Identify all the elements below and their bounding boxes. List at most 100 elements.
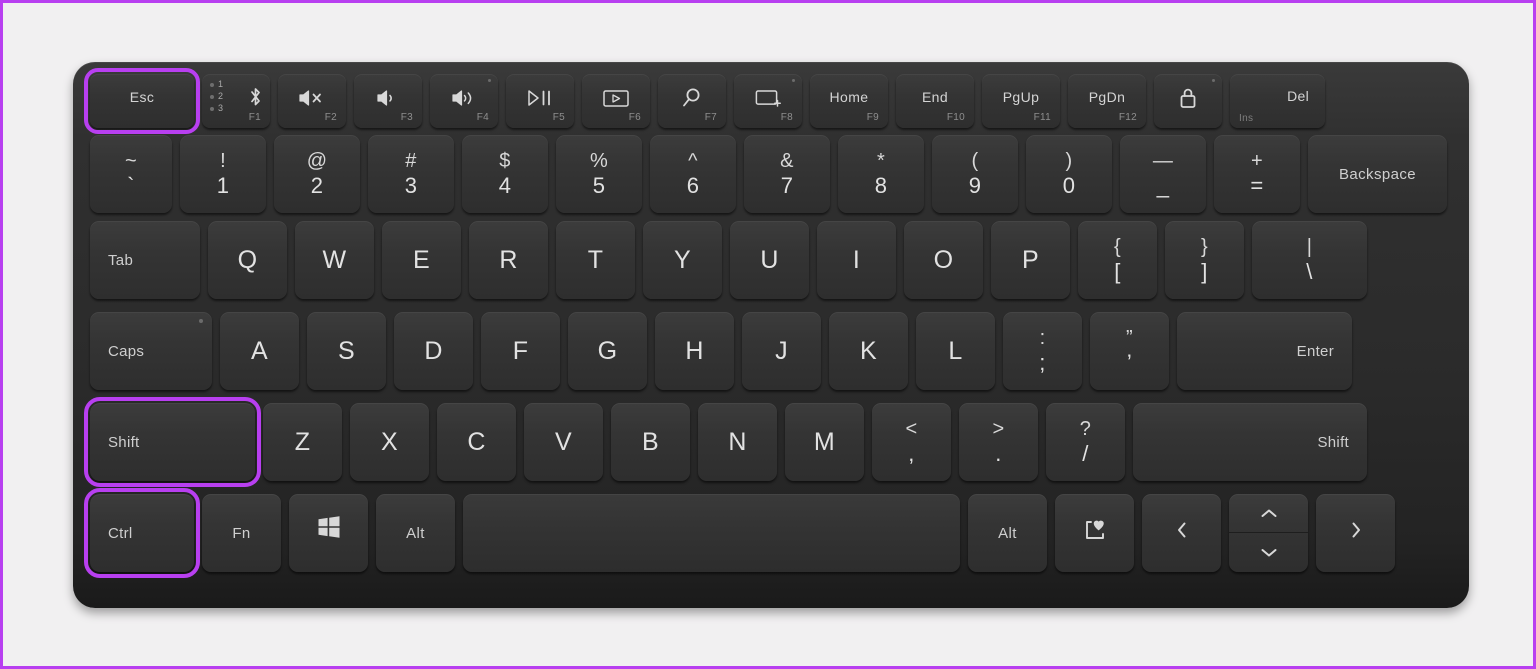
key-page-down[interactable]: PgDn F12 — [1068, 74, 1146, 128]
key-key-h[interactable]: H — [655, 312, 734, 390]
key-space[interactable] — [463, 494, 960, 572]
key-shift-left[interactable]: Shift — [84, 397, 261, 487]
key-tab[interactable]: Tab — [90, 221, 200, 299]
key-digit-8[interactable]: * 8 — [838, 135, 924, 213]
key-key-s[interactable]: S — [307, 312, 386, 390]
key-legend: ”’ — [1126, 327, 1133, 375]
key-backslash[interactable]: | \ — [1252, 221, 1367, 299]
function-number-label: F12 — [1118, 112, 1137, 123]
key-delete[interactable]: Del Ins — [1230, 74, 1325, 128]
key-key-j[interactable]: J — [742, 312, 821, 390]
key-emoji[interactable] — [1055, 494, 1134, 572]
key-quote[interactable]: ”’ — [1090, 312, 1169, 390]
key-key-l[interactable]: L — [916, 312, 995, 390]
key-play-pause[interactable]: F5 — [506, 74, 574, 128]
key-comma[interactable]: <, — [872, 403, 951, 481]
key-key-k[interactable]: K — [829, 312, 908, 390]
key-digit-5[interactable]: % 5 — [556, 135, 642, 213]
key-key-e[interactable]: E — [382, 221, 461, 299]
key-minus[interactable]: — _ — [1120, 135, 1206, 213]
primary-legend: ] — [1201, 259, 1208, 284]
function-number-label: F9 — [866, 112, 879, 123]
key-key-u[interactable]: U — [730, 221, 809, 299]
key-home[interactable]: Home F9 — [810, 74, 888, 128]
key-key-r[interactable]: R — [469, 221, 548, 299]
key-alt-right[interactable]: Alt — [968, 494, 1047, 572]
key-period[interactable]: >. — [959, 403, 1038, 481]
key-key-d[interactable]: D — [394, 312, 473, 390]
key-shift-right[interactable]: Shift — [1133, 403, 1367, 481]
key-key-c[interactable]: C — [437, 403, 516, 481]
key-windows[interactable] — [289, 494, 368, 572]
key-key-m[interactable]: M — [785, 403, 864, 481]
key-key-z[interactable]: Z — [263, 403, 342, 481]
key-key-q[interactable]: Q — [208, 221, 287, 299]
key-bracket-right[interactable]: }] — [1165, 221, 1244, 299]
key-digit-3[interactable]: #3 — [368, 135, 454, 213]
key-digit-4[interactable]: $4 — [462, 135, 548, 213]
key-semicolon[interactable]: :; — [1003, 312, 1082, 390]
key-legend: #3 — [405, 150, 418, 198]
key-key-y[interactable]: Y — [643, 221, 722, 299]
key-enter[interactable]: Enter — [1177, 312, 1352, 390]
key-key-w[interactable]: W — [295, 221, 374, 299]
volume-down-icon — [375, 87, 401, 109]
key-key-t[interactable]: T — [556, 221, 635, 299]
key-bluetooth-pair[interactable]: 1 2 3 F1 — [202, 74, 270, 128]
key-legend: Shift — [108, 433, 140, 451]
key-key-x[interactable]: X — [350, 403, 429, 481]
key-digit-1[interactable]: ! 1 — [180, 135, 266, 213]
shifted-legend: ” — [1126, 327, 1133, 349]
key-esc[interactable]: Esc — [84, 68, 200, 134]
key-digit-6[interactable]: ^ 6 — [650, 135, 736, 213]
key-ctrl-left[interactable]: Ctrl — [84, 488, 200, 578]
key-legend: L — [948, 336, 963, 365]
key-project-screen[interactable]: F8 — [734, 74, 802, 128]
primary-legend: 7 — [780, 173, 794, 198]
key-screen-capture[interactable]: F6 — [582, 74, 650, 128]
arrow-down-half[interactable] — [1229, 533, 1308, 572]
key-digit-7[interactable]: & 7 — [744, 135, 830, 213]
key-backspace[interactable]: Backspace — [1308, 135, 1447, 213]
primary-legend: _ — [1156, 173, 1170, 198]
key-page-up[interactable]: PgUp F11 — [982, 74, 1060, 128]
key-alt-left[interactable]: Alt — [376, 494, 455, 572]
key-legend: End — [921, 89, 949, 105]
key-arrow-left[interactable] — [1142, 494, 1221, 572]
key-key-v[interactable]: V — [524, 403, 603, 481]
project-screen-icon — [753, 87, 783, 109]
function-number-label: F2 — [324, 112, 337, 123]
key-key-n[interactable]: N — [698, 403, 777, 481]
key-key-a[interactable]: A — [220, 312, 299, 390]
key-lock[interactable] — [1154, 74, 1222, 128]
key-key-i[interactable]: I — [817, 221, 896, 299]
key-digit-2[interactable]: @2 — [274, 135, 360, 213]
key-digit-0[interactable]: ) 0 — [1026, 135, 1112, 213]
key-legend: {[ — [1114, 236, 1121, 284]
key-legend: — _ — [1153, 150, 1173, 198]
key-key-p[interactable]: P — [991, 221, 1070, 299]
key-key-f[interactable]: F — [481, 312, 560, 390]
function-number-label: F10 — [946, 112, 965, 123]
insert-label: Ins — [1239, 113, 1254, 124]
arrow-up-half[interactable] — [1229, 494, 1308, 533]
key-fn[interactable]: Fn — [202, 494, 281, 572]
key-volume-down[interactable]: F3 — [354, 74, 422, 128]
key-slash[interactable]: ? / — [1046, 403, 1125, 481]
status-led-indicator — [488, 79, 491, 82]
key-end[interactable]: End F10 — [896, 74, 974, 128]
key-caps-lock[interactable]: Caps — [90, 312, 212, 390]
primary-legend: 4 — [498, 173, 512, 198]
key-backtick[interactable]: ~ ` — [90, 135, 172, 213]
key-key-o[interactable]: O — [904, 221, 983, 299]
key-arrow-up-down[interactable] — [1229, 494, 1308, 572]
key-bracket-left[interactable]: {[ — [1078, 221, 1157, 299]
key-arrow-right[interactable] — [1316, 494, 1395, 572]
key-volume-mute[interactable]: F2 — [278, 74, 346, 128]
key-search[interactable]: F7 — [658, 74, 726, 128]
key-key-b[interactable]: B — [611, 403, 690, 481]
key-volume-up[interactable]: F4 — [430, 74, 498, 128]
key-equals[interactable]: + = — [1214, 135, 1300, 213]
key-digit-9[interactable]: (9 — [932, 135, 1018, 213]
key-key-g[interactable]: G — [568, 312, 647, 390]
